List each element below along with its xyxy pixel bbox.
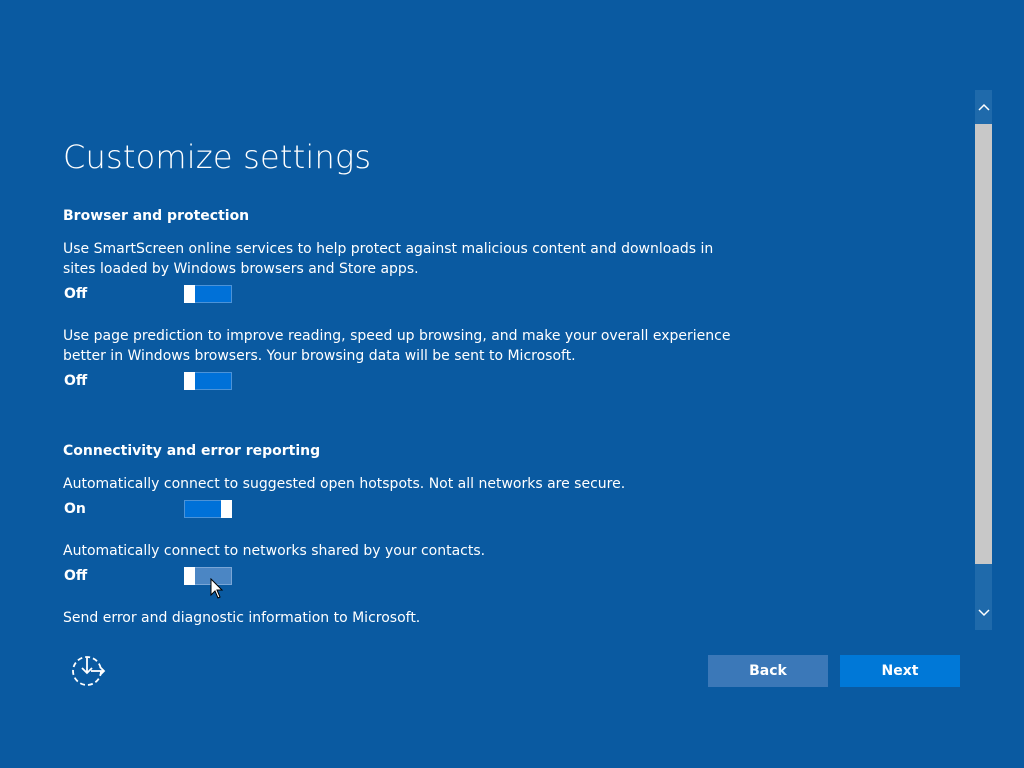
page-title: Customize settings bbox=[63, 138, 372, 176]
chevron-down-icon bbox=[977, 609, 990, 617]
toggle-knob bbox=[221, 500, 232, 518]
vertical-scrollbar[interactable] bbox=[975, 90, 992, 630]
chevron-up-icon bbox=[977, 103, 990, 111]
next-button[interactable]: Next bbox=[840, 655, 960, 687]
ease-of-access-icon bbox=[72, 656, 106, 686]
shared-networks-toggle[interactable] bbox=[184, 567, 232, 585]
shared-networks-description: Automatically connect to networks shared… bbox=[63, 543, 486, 559]
connectivity-heading: Connectivity and error reporting bbox=[63, 443, 321, 459]
back-button[interactable]: Back bbox=[708, 655, 828, 687]
toggle-knob bbox=[184, 372, 195, 390]
scroll-up-button[interactable] bbox=[975, 90, 992, 124]
scroll-down-button[interactable] bbox=[975, 596, 992, 630]
toggle-knob bbox=[184, 567, 195, 585]
open-hotspots-toggle[interactable] bbox=[184, 500, 232, 518]
open-hotspots-state-label: On bbox=[64, 501, 86, 517]
smartscreen-description: Use SmartScreen online services to help … bbox=[63, 241, 714, 277]
open-hotspots-description: Automatically connect to suggested open … bbox=[63, 476, 626, 492]
browser-protection-heading: Browser and protection bbox=[63, 208, 250, 224]
ease-of-access-button[interactable] bbox=[70, 655, 106, 687]
scrollbar-thumb[interactable] bbox=[975, 124, 992, 564]
customize-settings-page: Customize settings Browser and protectio… bbox=[0, 0, 1024, 768]
page-prediction-state-label: Off bbox=[64, 373, 88, 389]
page-prediction-toggle[interactable] bbox=[184, 372, 232, 390]
error-reporting-description: Send error and diagnostic information to… bbox=[63, 610, 421, 626]
shared-networks-state-label: Off bbox=[64, 568, 88, 584]
toggle-knob bbox=[184, 285, 195, 303]
smartscreen-toggle[interactable] bbox=[184, 285, 232, 303]
smartscreen-state-label: Off bbox=[64, 286, 88, 302]
page-prediction-description: Use page prediction to improve reading, … bbox=[63, 328, 731, 364]
